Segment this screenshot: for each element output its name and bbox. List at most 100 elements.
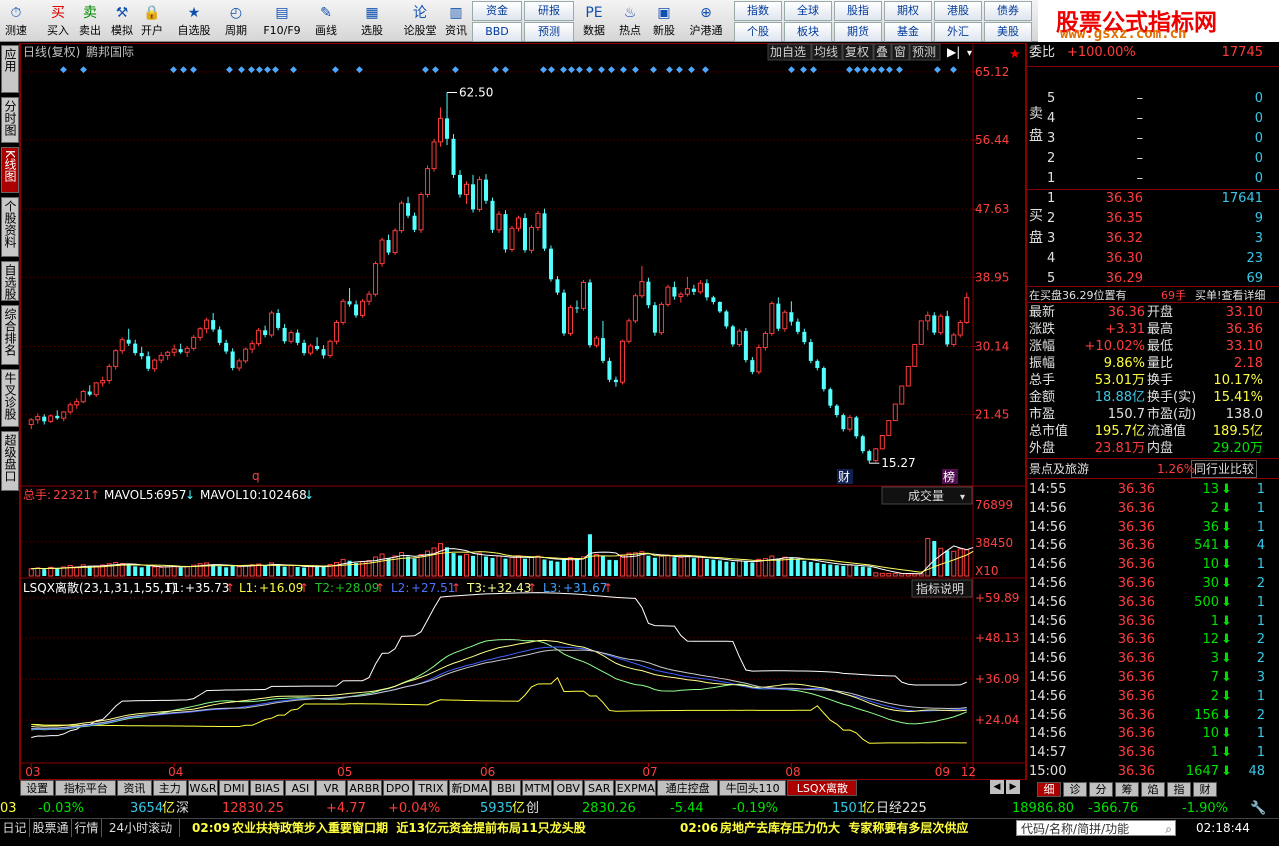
toolbar-small-b-4[interactable]: 港股	[934, 1, 982, 21]
indicator-tab-5[interactable]: DMI	[219, 780, 249, 796]
indicator-tab-6[interactable]: BIAS	[250, 780, 285, 796]
toolbar-small-b-6[interactable]: 个股	[734, 22, 782, 42]
indicator-tab-14[interactable]: MTM	[522, 780, 553, 796]
toolbar-button-9[interactable]: ▦ 选股	[356, 0, 388, 42]
toolbar-button-7[interactable]: ▤ F10/F9	[260, 0, 304, 42]
buy-detail-link[interactable]: 买单!查看详细	[1195, 287, 1265, 304]
signal-diamond-icon: ◆	[632, 65, 639, 75]
toolbar-button-10[interactable]: 论论股堂	[398, 0, 442, 42]
toolbar-button-0[interactable]: ⏱ 测速	[0, 0, 32, 42]
toolbar-small-b-7[interactable]: 板块	[784, 22, 832, 42]
toolbar-button-1[interactable]: 买买入	[42, 0, 74, 42]
toolbar-button-5[interactable]: ★ 自选股	[172, 0, 216, 42]
toolbar-small-b-9[interactable]: 基金	[884, 22, 932, 42]
indicator-tab-10[interactable]: DPO	[382, 780, 413, 796]
toolbar-button-3[interactable]: ⚒ 模拟	[106, 0, 138, 42]
indicator-tab-8[interactable]: VR	[316, 780, 347, 796]
toolbar-small-b-1[interactable]: 全球	[784, 1, 832, 21]
indicator-tab-2[interactable]: 资讯	[117, 780, 152, 796]
right-panel-tab-1[interactable]: 诊	[1063, 782, 1087, 797]
indicator-tab-17[interactable]: EXPMA	[615, 780, 657, 796]
toolbar-small-b-0[interactable]: 指数	[734, 1, 782, 21]
dropdown-icon[interactable]: ▾	[967, 48, 972, 59]
scroll-left-icon[interactable]: ◀	[990, 780, 1004, 794]
indicator-tab-7[interactable]: ASI	[285, 780, 316, 796]
same-industry-button[interactable]: 同行业比较	[1191, 460, 1258, 478]
left-tab-3[interactable]: 个股资料	[1, 197, 19, 257]
left-tab-6[interactable]: 牛叉诊股	[1, 369, 19, 427]
toolbar-button-12[interactable]: PE 数据	[578, 0, 610, 42]
wrench-icon[interactable]: 🔧	[1250, 800, 1266, 818]
toolbar-small-b-3[interactable]: 期权	[884, 1, 932, 21]
toolbar-small-b-2[interactable]: 股指	[834, 1, 882, 21]
indicator-tab-12[interactable]: 新DMA	[449, 780, 491, 796]
toolbar-button-8[interactable]: ✎ 画线	[310, 0, 342, 42]
event-mark-q[interactable]: q	[252, 469, 260, 483]
kline-chart-svg[interactable]: 日线(复权) 鹏邦国际 加自选 均线 复权叠窗预测 ▶| ▾65.1256.4447.633…	[20, 43, 1026, 780]
indicator-tab-16[interactable]: SAR	[584, 780, 615, 796]
toolbar-button-15[interactable]: ⊕ 沪港通	[684, 0, 728, 42]
news-headline-2[interactable]: 房地产去库存压力仍大 专家称要有多层次供应	[720, 819, 968, 837]
toolbar-button-4[interactable]: 🔒 开户	[136, 0, 168, 42]
toolbar-button-6[interactable]: ◴ 周期	[220, 0, 252, 42]
stat-label: 最新	[1029, 305, 1056, 320]
indicator-tab-11[interactable]: TRIX	[413, 780, 449, 796]
search-icon[interactable]: ⌕	[1165, 821, 1172, 837]
indicator-tab-1[interactable]: 指标平台	[55, 780, 117, 796]
news-tab-2[interactable]: 行情	[72, 819, 102, 837]
next-arrow-icon[interactable]: ▶|	[947, 45, 960, 59]
candle-body	[756, 347, 762, 373]
left-tab-1[interactable]: 分时图	[1, 97, 19, 143]
toolbar-small-a-2[interactable]: BBD	[472, 22, 522, 42]
candle-body	[684, 288, 690, 295]
left-tab-0[interactable]: 应用	[1, 45, 19, 93]
toolbar-small-a-1[interactable]: 研报	[524, 1, 574, 21]
left-tab-2[interactable]: K线图	[1, 147, 19, 193]
toolbar-small-b-10[interactable]: 外汇	[934, 22, 982, 42]
indicator-tab-20[interactable]: LSQX离散	[787, 780, 858, 796]
right-panel-tab-3[interactable]: 筹	[1115, 782, 1139, 797]
down-arrow-icon: ⬇	[1221, 576, 1232, 591]
right-panel-tab-0[interactable]: 细	[1037, 782, 1061, 797]
right-panel-tab-5[interactable]: 指	[1167, 782, 1191, 797]
right-panel-tab-2[interactable]: 分	[1089, 782, 1113, 797]
indicator-tab-13[interactable]: BBI	[491, 780, 522, 796]
signal-diamond-icon: ◆	[180, 65, 187, 75]
tick-count: 1	[1256, 482, 1265, 497]
event-mark-cai[interactable]: 财	[838, 470, 850, 484]
event-mark-bang[interactable]: 榜	[943, 469, 955, 484]
code-search-input[interactable]: 代码/名称/简拼/功能 ⌕	[1016, 820, 1176, 836]
news-headline-1[interactable]: 农业扶持政策步入重要窗口期 近13亿元资金提前布局11只龙头股	[232, 819, 586, 837]
volume-bar	[938, 547, 944, 577]
indicator-tab-18[interactable]: 通庄控盘	[657, 780, 718, 796]
chevron-down-icon[interactable]: ▾	[960, 492, 965, 503]
up-arrow-icon: ↑	[90, 488, 100, 502]
indicator-tab-9[interactable]: ARBR	[347, 780, 382, 796]
clock: 02:18:44	[1196, 821, 1250, 835]
left-tab-4[interactable]: 自选股	[1, 261, 19, 301]
news-tab-0[interactable]: 日记	[0, 819, 30, 837]
toolbar-small-b-8[interactable]: 期货	[834, 22, 882, 42]
toolbar-button-13[interactable]: ♨ 热点	[614, 0, 646, 42]
toolbar-button-11[interactable]: ▥ 资讯	[440, 0, 472, 42]
indicator-tab-0[interactable]: 设置	[20, 780, 55, 796]
tick-volume: 541	[1194, 538, 1219, 554]
left-tab-label: 综合排名	[3, 308, 17, 356]
indicator-tab-15[interactable]: OBV	[553, 780, 584, 796]
scroll-right-icon[interactable]: ▶	[1006, 780, 1020, 794]
news-tab-3[interactable]: 24小时滚动	[102, 819, 180, 837]
toolbar-button-14[interactable]: ▣ 新股	[648, 0, 680, 42]
right-panel-tab-6[interactable]: 财	[1193, 782, 1217, 797]
indicator-tab-4[interactable]: W&R	[188, 780, 218, 796]
toolbar-small-b-5[interactable]: 债券	[984, 1, 1032, 21]
toolbar-small-b-11[interactable]: 美股	[984, 22, 1032, 42]
toolbar-small-a-0[interactable]: 资金	[472, 1, 522, 21]
news-tab-1[interactable]: 股票通	[30, 819, 72, 837]
left-tab-5[interactable]: 综合排名	[1, 305, 19, 365]
toolbar-button-2[interactable]: 卖卖出	[74, 0, 106, 42]
toolbar-small-a-3[interactable]: 预测	[524, 22, 574, 42]
indicator-tab-3[interactable]: 主力	[152, 780, 187, 796]
right-panel-tab-4[interactable]: 焰	[1141, 782, 1165, 797]
indicator-tab-19[interactable]: 牛回头110	[719, 780, 787, 796]
left-tab-7[interactable]: 超级盘口	[1, 431, 19, 491]
